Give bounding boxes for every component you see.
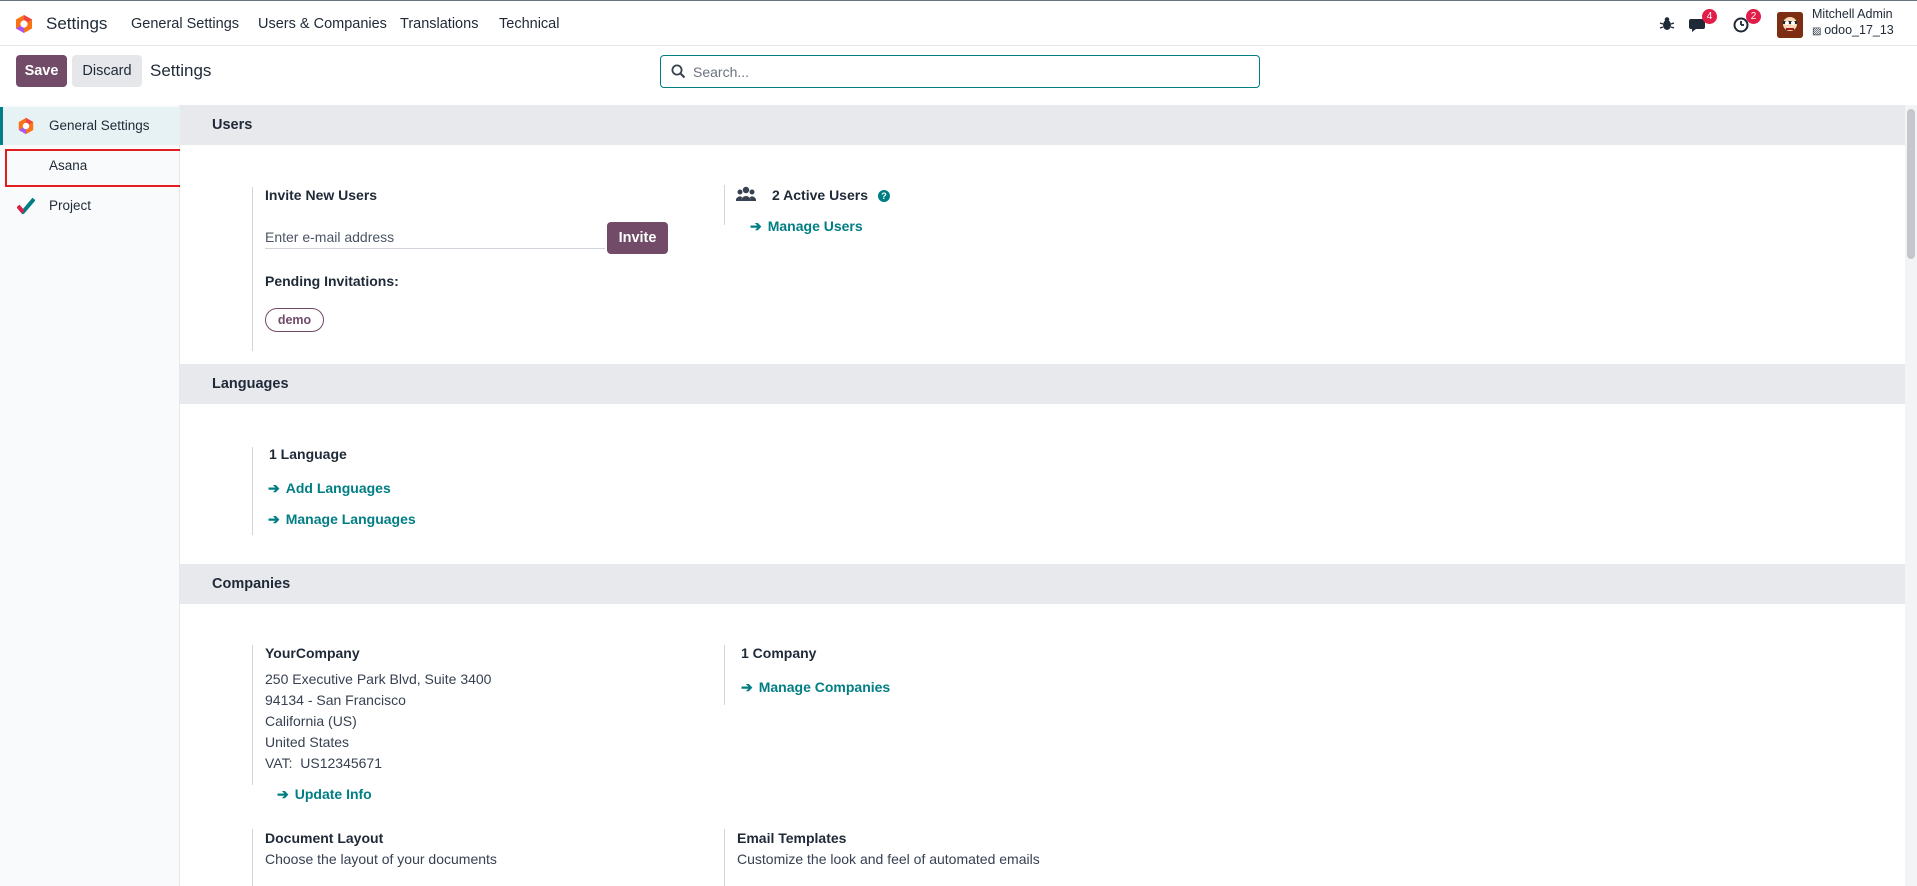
save-button[interactable]: Save (16, 55, 67, 87)
add-languages-label: Add Languages (285, 480, 391, 496)
database-name: ▨ odoo_17_13 (1812, 23, 1894, 37)
project-check-icon (17, 197, 35, 214)
debug-bug-icon[interactable] (1658, 13, 1680, 35)
address-line: 94134 - San Francisco (265, 692, 406, 708)
chat-messages-icon[interactable]: 4 (1689, 9, 1717, 35)
active-users-label: 2 Active Users (772, 187, 868, 203)
sidebar-item-general-settings[interactable]: General Settings (0, 107, 180, 145)
section-title: Languages (212, 376, 289, 392)
manage-companies-label: Manage Companies (758, 679, 891, 695)
vat-line: VAT: US12345671 (265, 755, 383, 771)
search-input[interactable] (693, 61, 1243, 83)
main-scrollbar[interactable] (1905, 105, 1917, 886)
update-info-label: Update Info (294, 786, 372, 802)
email-templates-title: Email Templates (737, 830, 847, 846)
activity-badge: 2 (1746, 9, 1761, 24)
sidebar-item-label: General Settings (49, 118, 150, 133)
user-name[interactable]: Mitchell Admin (1812, 7, 1893, 21)
manage-companies-link[interactable]: ➔ Manage Companies (741, 679, 890, 696)
language-count: 1 Language (269, 446, 347, 462)
scrollbar-thumb[interactable] (1907, 109, 1915, 259)
divider (252, 829, 253, 886)
app-title[interactable]: Settings (46, 14, 107, 34)
invite-users-title: Invite New Users (265, 187, 378, 203)
arrow-right-icon: ➔ (741, 679, 753, 695)
address-line: 250 Executive Park Blvd, Suite 3400 (265, 671, 492, 687)
manage-languages-label: Manage Languages (285, 511, 416, 527)
divider (252, 645, 253, 785)
arrow-right-icon: ➔ (268, 511, 280, 527)
activity-clock-icon[interactable]: 2 (1733, 9, 1761, 35)
divider (724, 829, 725, 886)
odoo-logo-icon (18, 117, 34, 135)
invite-email-field[interactable] (265, 225, 605, 249)
arrow-right-icon: ➔ (268, 480, 280, 496)
users-group-icon (736, 186, 756, 201)
menu-translations[interactable]: Translations (400, 16, 478, 32)
pending-invitation-tag[interactable]: demo (265, 308, 324, 332)
help-icon[interactable]: ? (877, 190, 890, 202)
divider (252, 447, 253, 535)
divider (724, 645, 725, 705)
menu-technical[interactable]: Technical (499, 16, 559, 32)
database-label: odoo_17_13 (1824, 23, 1894, 37)
page-title: Settings (150, 61, 212, 80)
email-templates-desc: Customize the look and feel of automated… (737, 851, 1040, 867)
sidebar-item-label: Project (49, 198, 92, 213)
users-section-header: Users (180, 105, 1905, 145)
manage-users-label: Manage Users (767, 218, 863, 234)
database-icon: ▨ (1812, 26, 1825, 37)
add-languages-link[interactable]: ➔ Add Languages (268, 480, 391, 497)
address-line: California (US) (265, 713, 357, 729)
invite-button[interactable]: Invite (607, 222, 668, 254)
menu-general-settings[interactable]: General Settings (131, 16, 239, 32)
active-users-count: 2 Active Users? (772, 187, 890, 203)
arrow-right-icon: ➔ (277, 786, 289, 802)
divider (252, 187, 253, 351)
languages-section-header: Languages (180, 364, 1905, 404)
settings-sidebar: General Settings Asana Project (0, 105, 180, 886)
pending-invitations-label: Pending Invitations: (265, 273, 399, 289)
settings-main: Users Invite New Users Invite Pending In… (180, 105, 1905, 886)
top-navbar: Settings General Settings Users & Compan… (0, 0, 1917, 46)
chat-badge: 4 (1702, 9, 1717, 24)
highlight-annotation-box (5, 149, 182, 187)
update-info-link[interactable]: ➔ Update Info (277, 786, 372, 803)
menu-users-companies[interactable]: Users & Companies (258, 16, 387, 32)
arrow-right-icon: ➔ (750, 218, 762, 234)
document-layout-desc: Choose the layout of your documents (265, 851, 497, 867)
company-name: YourCompany (265, 645, 360, 661)
section-title: Users (212, 117, 253, 133)
document-layout-title: Document Layout (265, 830, 384, 846)
discard-button[interactable]: Discard (72, 55, 142, 87)
manage-users-link[interactable]: ➔ Manage Users (750, 218, 863, 235)
sidebar-item-project[interactable]: Project (0, 187, 180, 225)
search-icon (671, 64, 686, 79)
search-bar[interactable] (660, 55, 1260, 88)
company-count: 1 Company (741, 645, 817, 661)
user-avatar[interactable] (1777, 12, 1803, 38)
companies-section-header: Companies (180, 564, 1905, 604)
address-line: United States (265, 734, 350, 750)
divider (724, 185, 725, 225)
odoo-logo-icon[interactable] (14, 14, 34, 34)
section-title: Companies (212, 576, 291, 592)
manage-languages-link[interactable]: ➔ Manage Languages (268, 511, 416, 528)
